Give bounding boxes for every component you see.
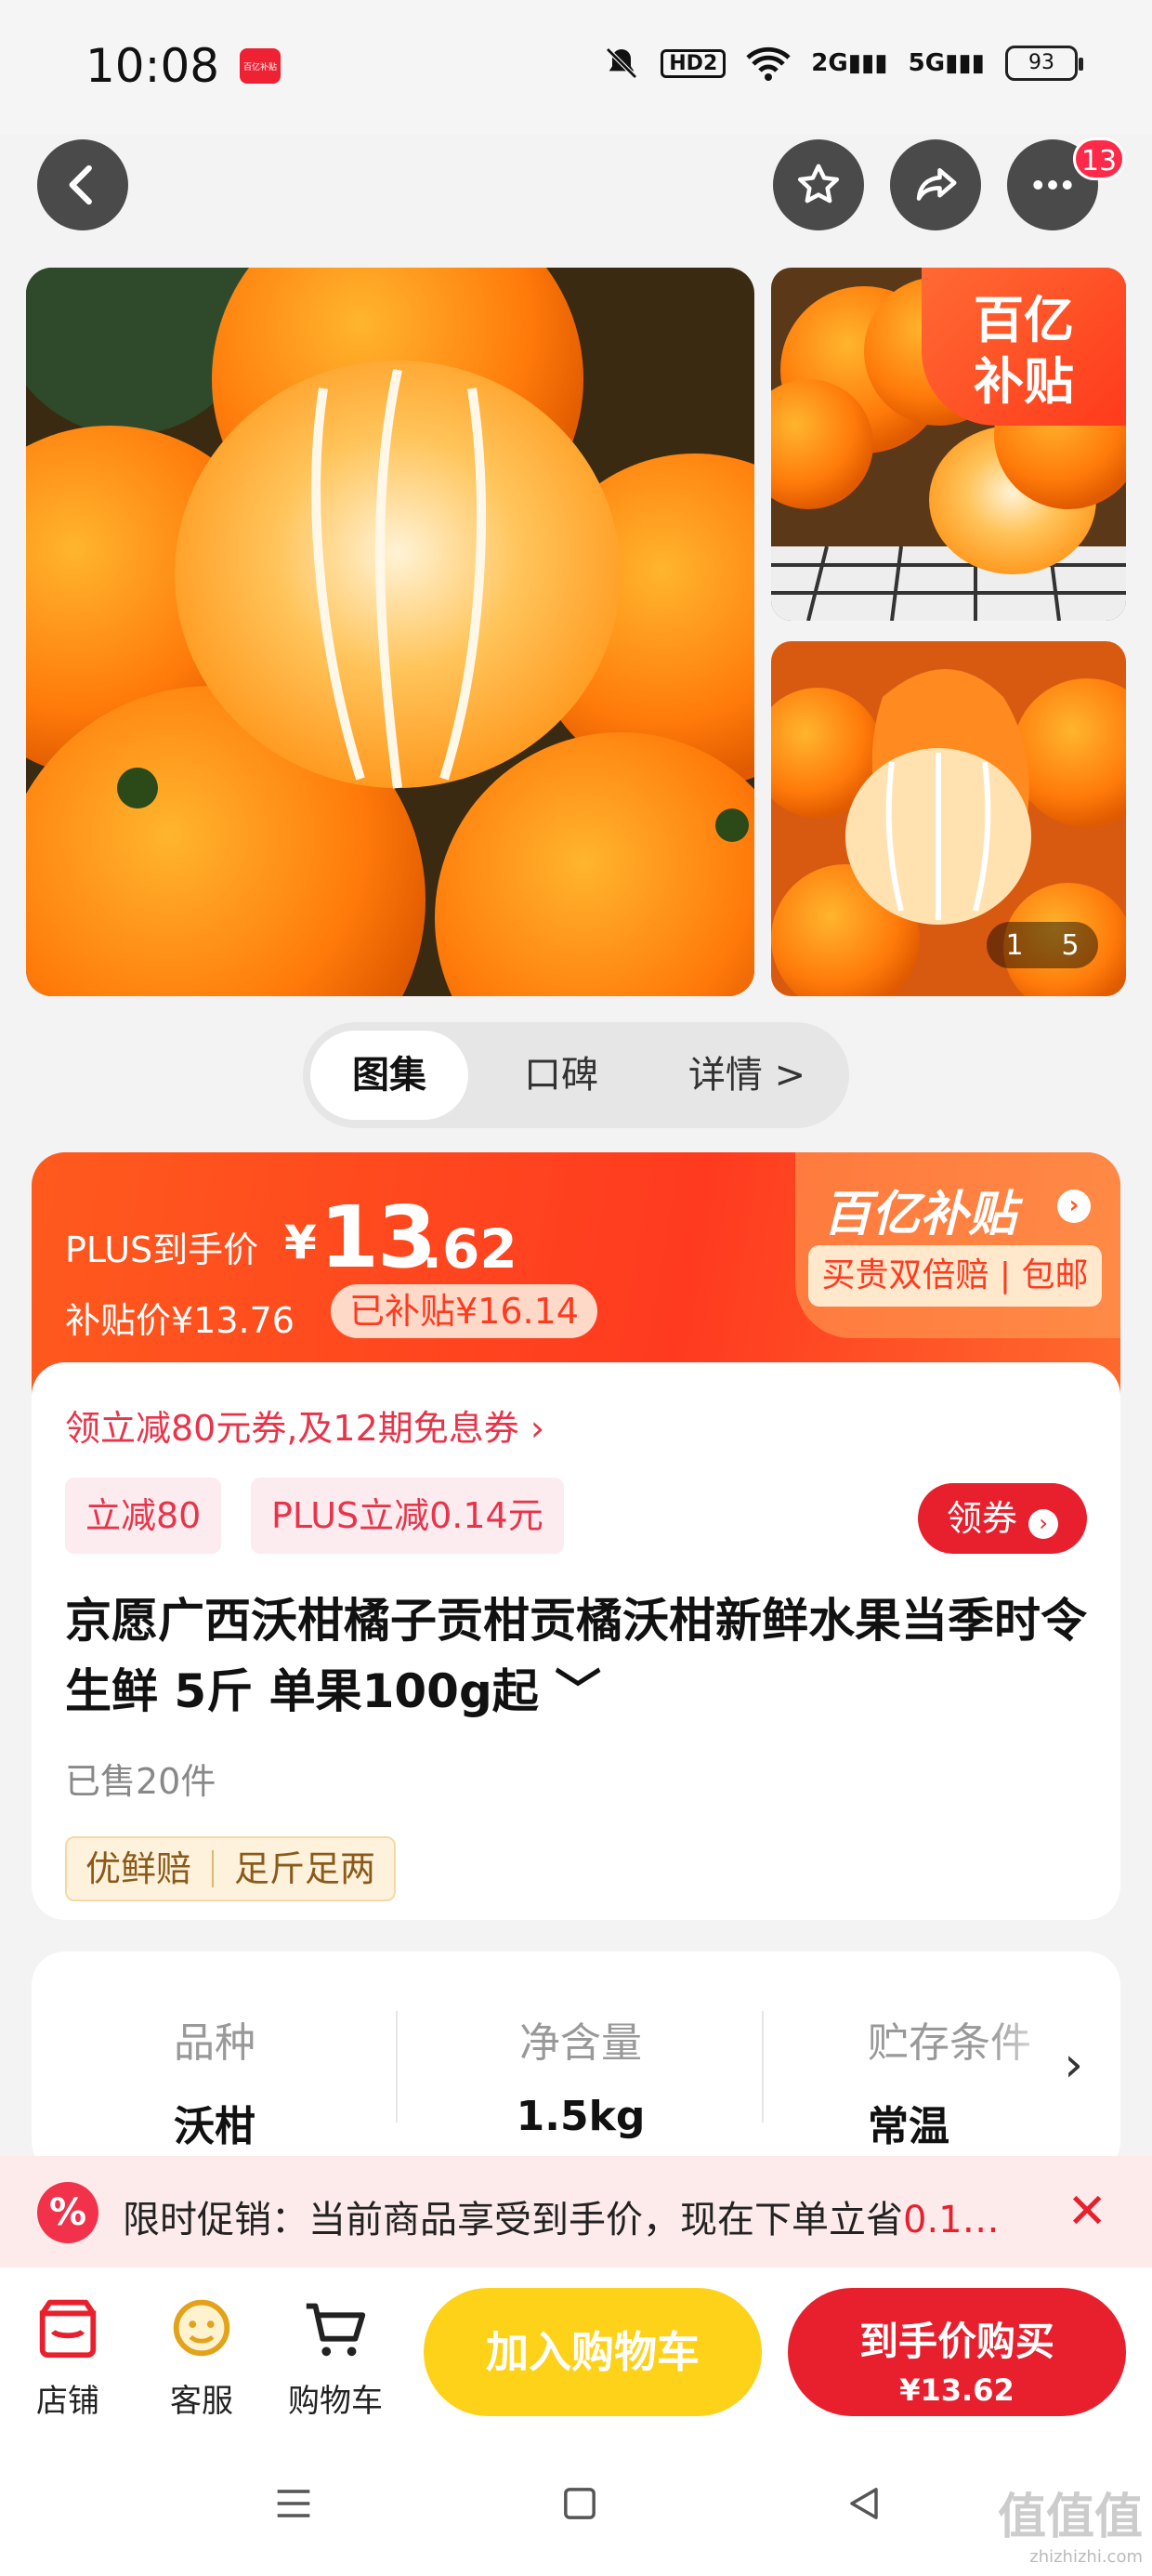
status-icons: HD2 2G▮▮▮ 5G▮▮▮ 93 [603,45,1083,82]
hd-icon: HD2 [661,48,727,78]
more-dots-icon [1033,180,1072,190]
chevron-circle-icon: › [1028,1509,1059,1539]
tab-details[interactable]: 详情 > [654,1031,840,1120]
app-notification-badge: 百亿补贴 [240,48,281,84]
thumbnail-image-2[interactable]: 15 [771,641,1126,996]
customer-service-button[interactable]: 客服 [151,2292,253,2421]
signal-5g-icon: 5G▮▮▮ [908,49,985,77]
plus-discount-tag: PLUS立减0.14元 [251,1478,564,1554]
subsidy-brand-box[interactable]: 百亿补贴 › 买贵双倍赔 | 包邮 [795,1152,1120,1338]
chevron-left-icon [69,164,92,205]
spec-net-weight: 净含量 1.5kg [516,2019,646,2140]
close-icon[interactable]: ✕ [1067,2184,1107,2240]
subsidy-logo: 百亿补贴 [823,1187,1017,1242]
subsidy-tagline: 买贵双倍赔 | 包邮 [808,1245,1102,1307]
thumbnail-image-1[interactable]: 百亿 补贴 [771,268,1126,621]
spec-variety: 品种 沃柑 [174,2019,255,2150]
home-icon[interactable] [556,2479,604,2528]
main-product-image[interactable] [26,268,754,996]
status-bar: 10:08 百亿补贴 HD2 2G▮▮▮ 5G▮▮▮ 93 [0,0,1152,135]
chevron-right-icon[interactable]: › [1064,2037,1083,2093]
share-icon [916,168,957,201]
price-card: PLUS到手价 ¥ 13 .62 补贴价¥13.76 已补贴¥16.14 百亿补… [32,1152,1120,1394]
subsidy-corner-tag: 百亿 补贴 [922,268,1126,426]
back-button[interactable] [37,139,128,230]
status-time: 10:08 [85,39,220,93]
watermark: 值值值 zhizhizhi.com [997,2490,1143,2567]
coupon-link[interactable]: 领立减80元券,及12期免息券 › [65,1400,544,1451]
currency-symbol: ¥ [284,1216,317,1269]
bottom-action-bar: 店铺 客服 购物车 加入购物车 到手价购买 ¥13.62 [0,2267,1152,2444]
shop-icon [39,2299,97,2359]
star-icon [797,164,840,204]
subsidy-price: 补贴价¥13.76 [65,1300,295,1341]
service-icon [173,2299,230,2357]
product-info-card: 领立减80元券,及12期免息券 › 立减80 PLUS立减0.14元 领券 › … [32,1362,1120,1920]
get-coupon-button[interactable]: 领券 › [918,1483,1087,1554]
favorite-button[interactable] [773,139,864,230]
back-triangle-icon[interactable] [840,2479,888,2528]
tab-reviews[interactable]: 口碑 [468,1031,654,1120]
product-title[interactable]: 京愿广西沃柑橘子贡柑贡橘沃柑新鲜水果当季时令生鲜 5斤 单果100g起 ﹀ [65,1585,1087,1727]
menu-icon[interactable] [269,2479,318,2528]
cart-icon [306,2303,366,2357]
add-to-cart-button[interactable]: 加入购物车 [424,2288,762,2416]
tab-gallery[interactable]: 图集 [310,1031,468,1120]
guarantee-fresh: 优鲜赔 [85,1848,192,1889]
discount-tag: 立减80 [65,1478,222,1554]
price-integer: 13 [320,1188,437,1287]
plus-price-label: PLUS到手价 [65,1229,259,1270]
signal-2g-icon: 2G▮▮▮ [811,49,888,77]
guarantee-weight: 足斤足两 [234,1848,376,1889]
percent-icon: % [37,2182,98,2243]
chevron-right-icon: › [1057,1189,1091,1223]
mute-bell-icon [606,47,638,79]
guarantee-badges[interactable]: 优鲜赔 足斤足两 [65,1836,397,1901]
wifi-icon [746,46,791,81]
image-pager: 15 [987,922,1098,968]
price-decimal: .62 [422,1217,517,1281]
cart-button[interactable]: 购物车 [284,2292,386,2421]
spec-card[interactable]: 品种 沃柑 净含量 1.5kg 贮存条件 常温 › [32,1952,1120,2175]
divider [762,2011,764,2123]
buy-now-button[interactable]: 到手价购买 ¥13.62 [788,2288,1126,2416]
subsidized-amount: 已补贴¥16.14 [331,1284,597,1338]
shop-button[interactable]: 店铺 [17,2292,119,2421]
notification-count-badge: 13 [1073,138,1125,180]
promo-text: 限时促销：当前商品享受到手价，现在下单立省0.1… [123,2199,1000,2241]
share-button[interactable] [890,139,981,230]
system-nav-bar: 值值值 zhizhizhi.com [0,2444,1152,2576]
gallery-tabs: 图集 口碑 详情 > [303,1022,849,1128]
sold-count: 已售20件 [65,1761,216,1802]
battery-icon: 93 [1005,46,1083,81]
promo-banner[interactable]: % 限时促销：当前商品享受到手价，现在下单立省0.1… ✕ [0,2156,1152,2267]
oranges-photo [26,268,754,996]
divider [212,1850,215,1887]
